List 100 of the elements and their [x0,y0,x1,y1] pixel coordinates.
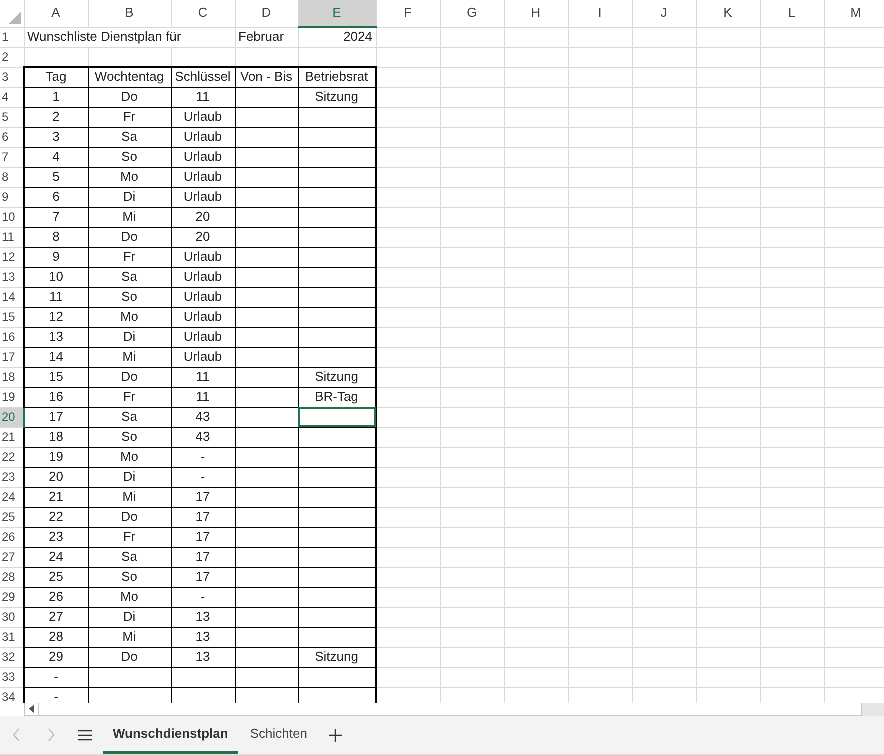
table-cell: Wochtentag [88,67,171,87]
table-cell: Fr [88,107,171,127]
column-header[interactable]: G [440,0,504,27]
table-cell: Urlaub [171,327,235,347]
table-cell: Do [88,87,171,107]
table-cell: Sa [88,547,171,567]
table-cell: - [171,447,235,467]
table-cell: 21 [24,487,88,507]
table-cell: 17 [171,507,235,527]
table-cell: 24 [24,547,88,567]
table-cell: Urlaub [171,287,235,307]
table-cell: Do [88,367,171,387]
column-header[interactable]: K [696,0,760,27]
column-header[interactable]: C [171,0,235,27]
table-cell: 20 [24,467,88,487]
table-cell: Tag [24,67,88,87]
table-cell: 5 [24,167,88,187]
table-cell: Urlaub [171,307,235,327]
table-cell: Mi [88,207,171,227]
column-header[interactable]: D [235,0,298,27]
table-cell: 13 [24,327,88,347]
table-cell: Sitzung [298,87,376,107]
table-cell: 20 [171,227,235,247]
row-header[interactable]: 20 [0,407,24,427]
column-header[interactable]: B [88,0,171,27]
column-header[interactable]: F [376,0,440,27]
row-header[interactable]: 1 [0,27,24,47]
table-cell: 17 [171,527,235,547]
table-cell: Mi [88,347,171,367]
table-cell: Sa [88,127,171,147]
table-cell: 19 [24,447,88,467]
table-cell: Di [88,327,171,347]
table-cell: Urlaub [171,247,235,267]
table-cell: 17 [171,567,235,587]
table-cell: 9 [24,247,88,267]
table-cell: 20 [171,207,235,227]
table-cell: Mo [88,167,171,187]
horizontal-scrollbar[interactable] [24,703,862,716]
table-cell: 17 [24,407,88,427]
table-cell: 13 [171,627,235,647]
table-cell: 43 [171,427,235,447]
table-cell: Do [88,647,171,667]
table-cell: 1 [24,87,88,107]
table-cell: 17 [171,547,235,567]
table-cell: Schlüssel [171,67,235,87]
column-header[interactable]: J [632,0,696,27]
table-cell: Do [88,227,171,247]
table-cell: Fr [88,247,171,267]
table-cell: Urlaub [171,167,235,187]
table-cell: 4 [24,147,88,167]
table-cell: 43 [171,407,235,427]
table-cell: Sa [88,267,171,287]
table-cell: Mo [88,307,171,327]
table-cell: Mo [88,447,171,467]
table-cell: 6 [24,187,88,207]
table-cell: 11 [171,87,235,107]
table-cell: 14 [24,347,88,367]
table-cell: So [88,147,171,167]
triangle-left-icon [29,705,34,713]
table-cell: Di [88,607,171,627]
table-cell: 22 [24,507,88,527]
table-cell: 23 [24,527,88,547]
table-cell: Sitzung [298,647,376,667]
table-cell: 13 [171,647,235,667]
table-cell: Urlaub [171,187,235,207]
table-cell: Urlaub [171,147,235,167]
column-header[interactable]: I [568,0,632,27]
table-cell: Sitzung [298,367,376,387]
table-cell: 13 [171,607,235,627]
table-cell: - [24,667,88,687]
table-cell: 2024 [298,27,376,47]
sheet-tab[interactable]: Wunschdienstplan [103,716,238,754]
column-header[interactable]: L [760,0,824,27]
table-cell: Mo [88,587,171,607]
sheet-tab[interactable]: Schichten [240,716,318,754]
table-cell: Betriebsrat [298,67,376,87]
table-cell: 3 [24,127,88,147]
table-cell: - [171,467,235,487]
row-header[interactable]: 2 [0,47,24,67]
table-cell: Februar [235,27,298,47]
table-cell: Von - Bis [235,67,298,87]
table-cell: 27 [24,607,88,627]
table-cell: 11 [171,387,235,407]
table-cell: 17 [171,487,235,507]
column-header[interactable]: A [24,0,88,27]
plus-icon [328,728,342,742]
table-cell: 25 [24,567,88,587]
table-cell: 12 [24,307,88,327]
column-header[interactable]: E [298,0,376,27]
table-cell: Urlaub [171,107,235,127]
column-header[interactable]: H [504,0,568,27]
table-cell: Sa [88,407,171,427]
table-cell: 16 [24,387,88,407]
table-cell: Mi [88,627,171,647]
chevron-right-icon [46,728,56,742]
chevron-left-icon [12,728,22,742]
table-cell: 11 [171,367,235,387]
table-cell: So [88,427,171,447]
selected-cell[interactable] [298,407,376,427]
column-header[interactable]: M [824,0,884,27]
